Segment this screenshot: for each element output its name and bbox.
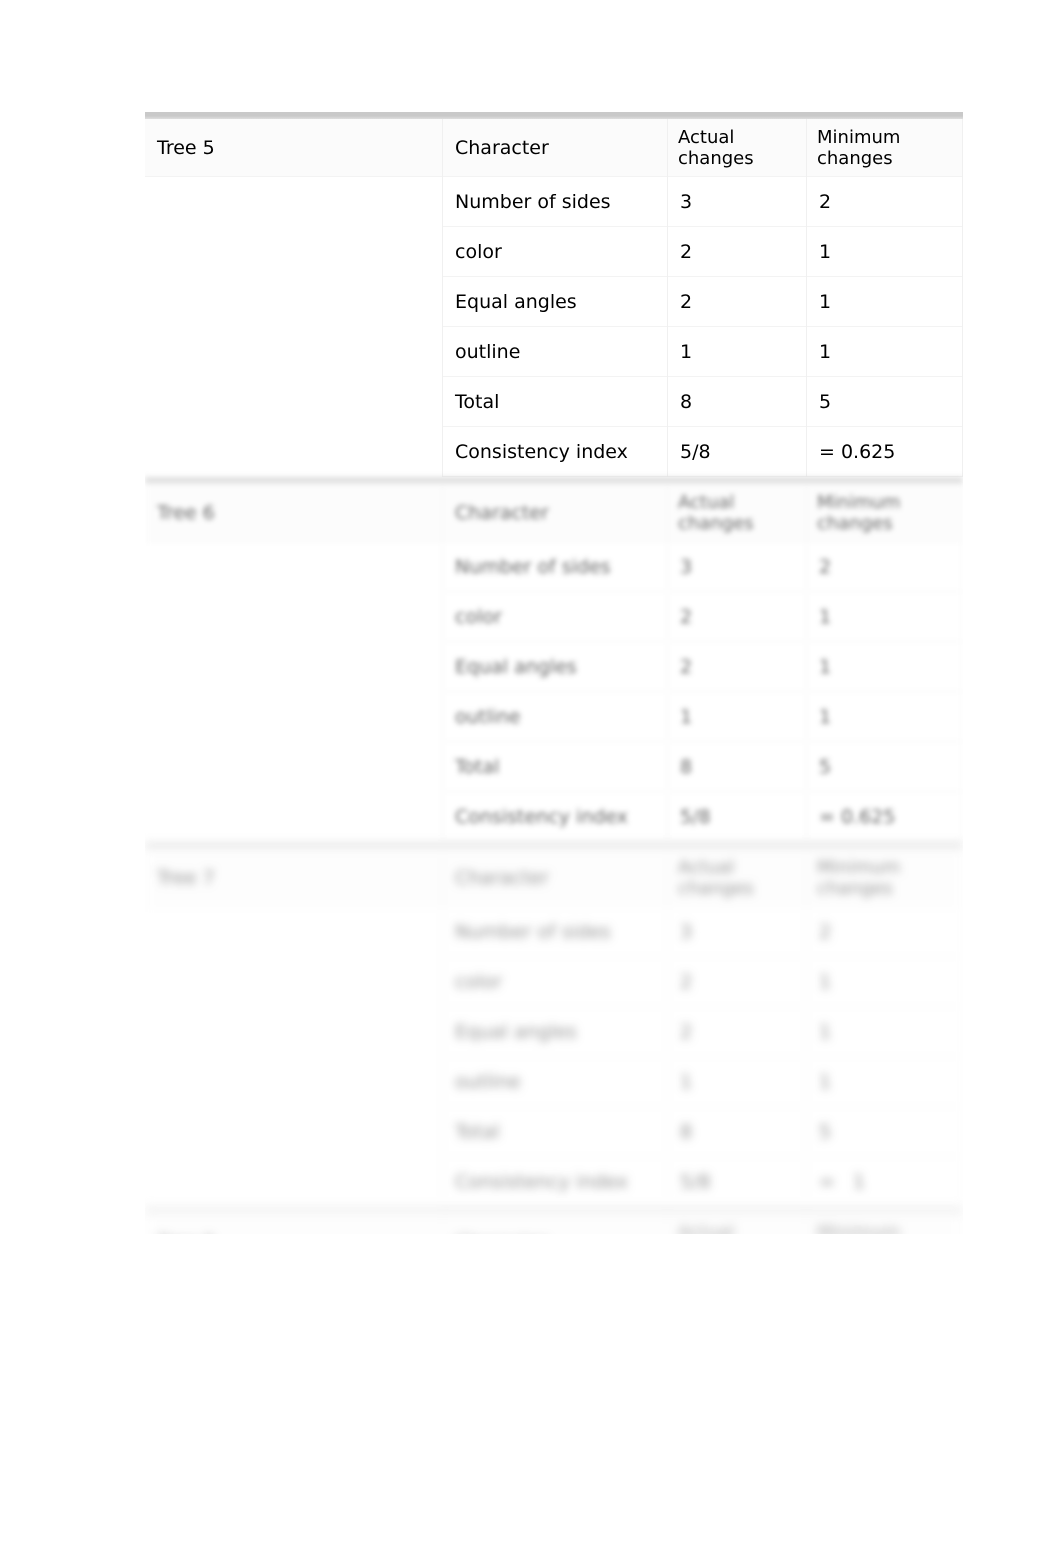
cell-minimum-changes: 1 xyxy=(807,592,963,642)
table-top-band xyxy=(145,477,963,484)
cell-character: Equal angles xyxy=(443,1007,668,1057)
cell-actual-changes: 8 xyxy=(668,742,807,792)
cell-actual-changes: 2 xyxy=(668,277,807,327)
cell-consistency-equals: = 0.625 xyxy=(807,792,963,842)
column-header-actual-changes: Actual changes xyxy=(668,484,807,542)
tree-label-spacer xyxy=(145,907,443,1207)
cell-character: Equal angles xyxy=(443,277,668,327)
cell-consistency-fraction: 5/8 xyxy=(668,1157,807,1207)
cell-character: outline xyxy=(443,1057,668,1107)
cell-actual-changes: 1 xyxy=(668,1057,807,1107)
tree-table-block-6: Tree 6 Character Actual changes Minimum … xyxy=(145,477,963,842)
column-header-minimum-changes: Minimum changes xyxy=(807,484,963,542)
cell-character: Number of sides xyxy=(443,177,668,227)
cell-actual-changes: 2 xyxy=(668,642,807,692)
tree-table-block-7: Tree 7 Character Actual changes Minimum … xyxy=(145,842,963,1207)
column-header-character: Character xyxy=(443,119,668,177)
cell-minimum-changes: 1 xyxy=(807,1007,963,1057)
cell-actual-changes: 2 xyxy=(668,1007,807,1057)
column-header-actual-changes: Actual changes xyxy=(668,1214,807,1234)
tree-label: Tree 5 xyxy=(145,119,443,177)
table-header-row: Tree 7 Character Actual changes Minimum … xyxy=(145,849,963,907)
cell-actual-changes: 8 xyxy=(668,1107,807,1157)
tree-table-block-5: Tree 5 Character Actual changes Minimum … xyxy=(145,112,963,477)
cell-actual-changes: 1 xyxy=(668,327,807,377)
cell-character: Total xyxy=(443,377,668,427)
column-header-actual-changes: Actual changes xyxy=(668,119,807,177)
cell-character: color xyxy=(443,957,668,1007)
cell-actual-changes: 8 xyxy=(668,377,807,427)
table-top-band xyxy=(145,842,963,849)
tree-label: Tree 8 xyxy=(145,1214,443,1234)
tree-table-5: Tree 5 Character Actual changes Minimum … xyxy=(145,119,963,477)
column-header-minimum-changes: Minimum changes xyxy=(807,119,963,177)
cell-character: color xyxy=(443,227,668,277)
cell-minimum-changes: 1 xyxy=(807,227,963,277)
cell-actual-changes: 2 xyxy=(668,592,807,642)
cell-minimum-changes: 1 xyxy=(807,277,963,327)
cell-actual-changes: 3 xyxy=(668,542,807,592)
cell-actual-changes: 2 xyxy=(668,227,807,277)
cell-character: color xyxy=(443,592,668,642)
tree-table-7: Tree 7 Character Actual changes Minimum … xyxy=(145,849,963,1207)
table-header-row: Tree 5 Character Actual changes Minimum … xyxy=(145,119,963,177)
column-header-actual-changes: Actual changes xyxy=(668,849,807,907)
tree-table-6: Tree 6 Character Actual changes Minimum … xyxy=(145,484,963,842)
cell-minimum-changes: 1 xyxy=(807,957,963,1007)
cell-minimum-changes: 5 xyxy=(807,1107,963,1157)
cell-actual-changes: 2 xyxy=(668,957,807,1007)
cell-minimum-changes: 5 xyxy=(807,377,963,427)
cell-consistency-label: Consistency index xyxy=(443,427,668,477)
tree-table-block-8: Tree 8 Character Actual changes Minimum … xyxy=(145,1207,963,1234)
column-header-minimum-changes: Minimum changes xyxy=(807,849,963,907)
cell-consistency-equals: = 1 xyxy=(807,1157,963,1207)
table-row: Number of sides 3 2 xyxy=(145,177,963,477)
cell-character: Equal angles xyxy=(443,642,668,692)
tree-label: Tree 6 xyxy=(145,484,443,542)
cell-actual-changes: 3 xyxy=(668,907,807,957)
cell-actual-changes: 1 xyxy=(668,692,807,742)
cell-consistency-fraction: 5/8 xyxy=(668,427,807,477)
column-header-character: Character xyxy=(443,849,668,907)
table-header-row: Tree 8 Character Actual changes Minimum … xyxy=(145,1214,963,1234)
cell-minimum-changes: 1 xyxy=(807,642,963,692)
cell-consistency-label: Consistency index xyxy=(443,792,668,842)
cell-minimum-changes: 2 xyxy=(807,542,963,592)
cell-character: Total xyxy=(443,742,668,792)
cell-minimum-changes: 5 xyxy=(807,742,963,792)
cell-character: Total xyxy=(443,1107,668,1157)
cell-minimum-changes: 2 xyxy=(807,907,963,957)
tree-label-spacer xyxy=(145,177,443,477)
column-header-character: Character xyxy=(443,484,668,542)
cell-minimum-changes: 1 xyxy=(807,692,963,742)
cell-character: Number of sides xyxy=(443,542,668,592)
cell-character: Number of sides xyxy=(443,907,668,957)
cell-consistency-equals: = 0.625 xyxy=(807,427,963,477)
cell-minimum-changes: 1 xyxy=(807,1057,963,1107)
document-page: Tree 5 Character Actual changes Minimum … xyxy=(145,112,963,1234)
tree-label: Tree 7 xyxy=(145,849,443,907)
column-header-character: Character xyxy=(443,1214,668,1234)
cell-minimum-changes: 1 xyxy=(807,327,963,377)
cell-consistency-fraction: 5/8 xyxy=(668,792,807,842)
cell-character: outline xyxy=(443,327,668,377)
column-header-minimum-changes: Minimum changes xyxy=(807,1214,963,1234)
table-row: Number of sides 3 2 xyxy=(145,542,963,842)
cell-actual-changes: 3 xyxy=(668,177,807,227)
tree-label-spacer xyxy=(145,542,443,842)
table-top-band xyxy=(145,112,963,119)
tree-table-8: Tree 8 Character Actual changes Minimum … xyxy=(145,1214,963,1234)
cell-character: outline xyxy=(443,692,668,742)
cell-minimum-changes: 2 xyxy=(807,177,963,227)
table-top-band xyxy=(145,1207,963,1214)
table-row: Number of sides 3 2 xyxy=(145,907,963,1207)
table-header-row: Tree 6 Character Actual changes Minimum … xyxy=(145,484,963,542)
cell-consistency-label: Consistency index xyxy=(443,1157,668,1207)
